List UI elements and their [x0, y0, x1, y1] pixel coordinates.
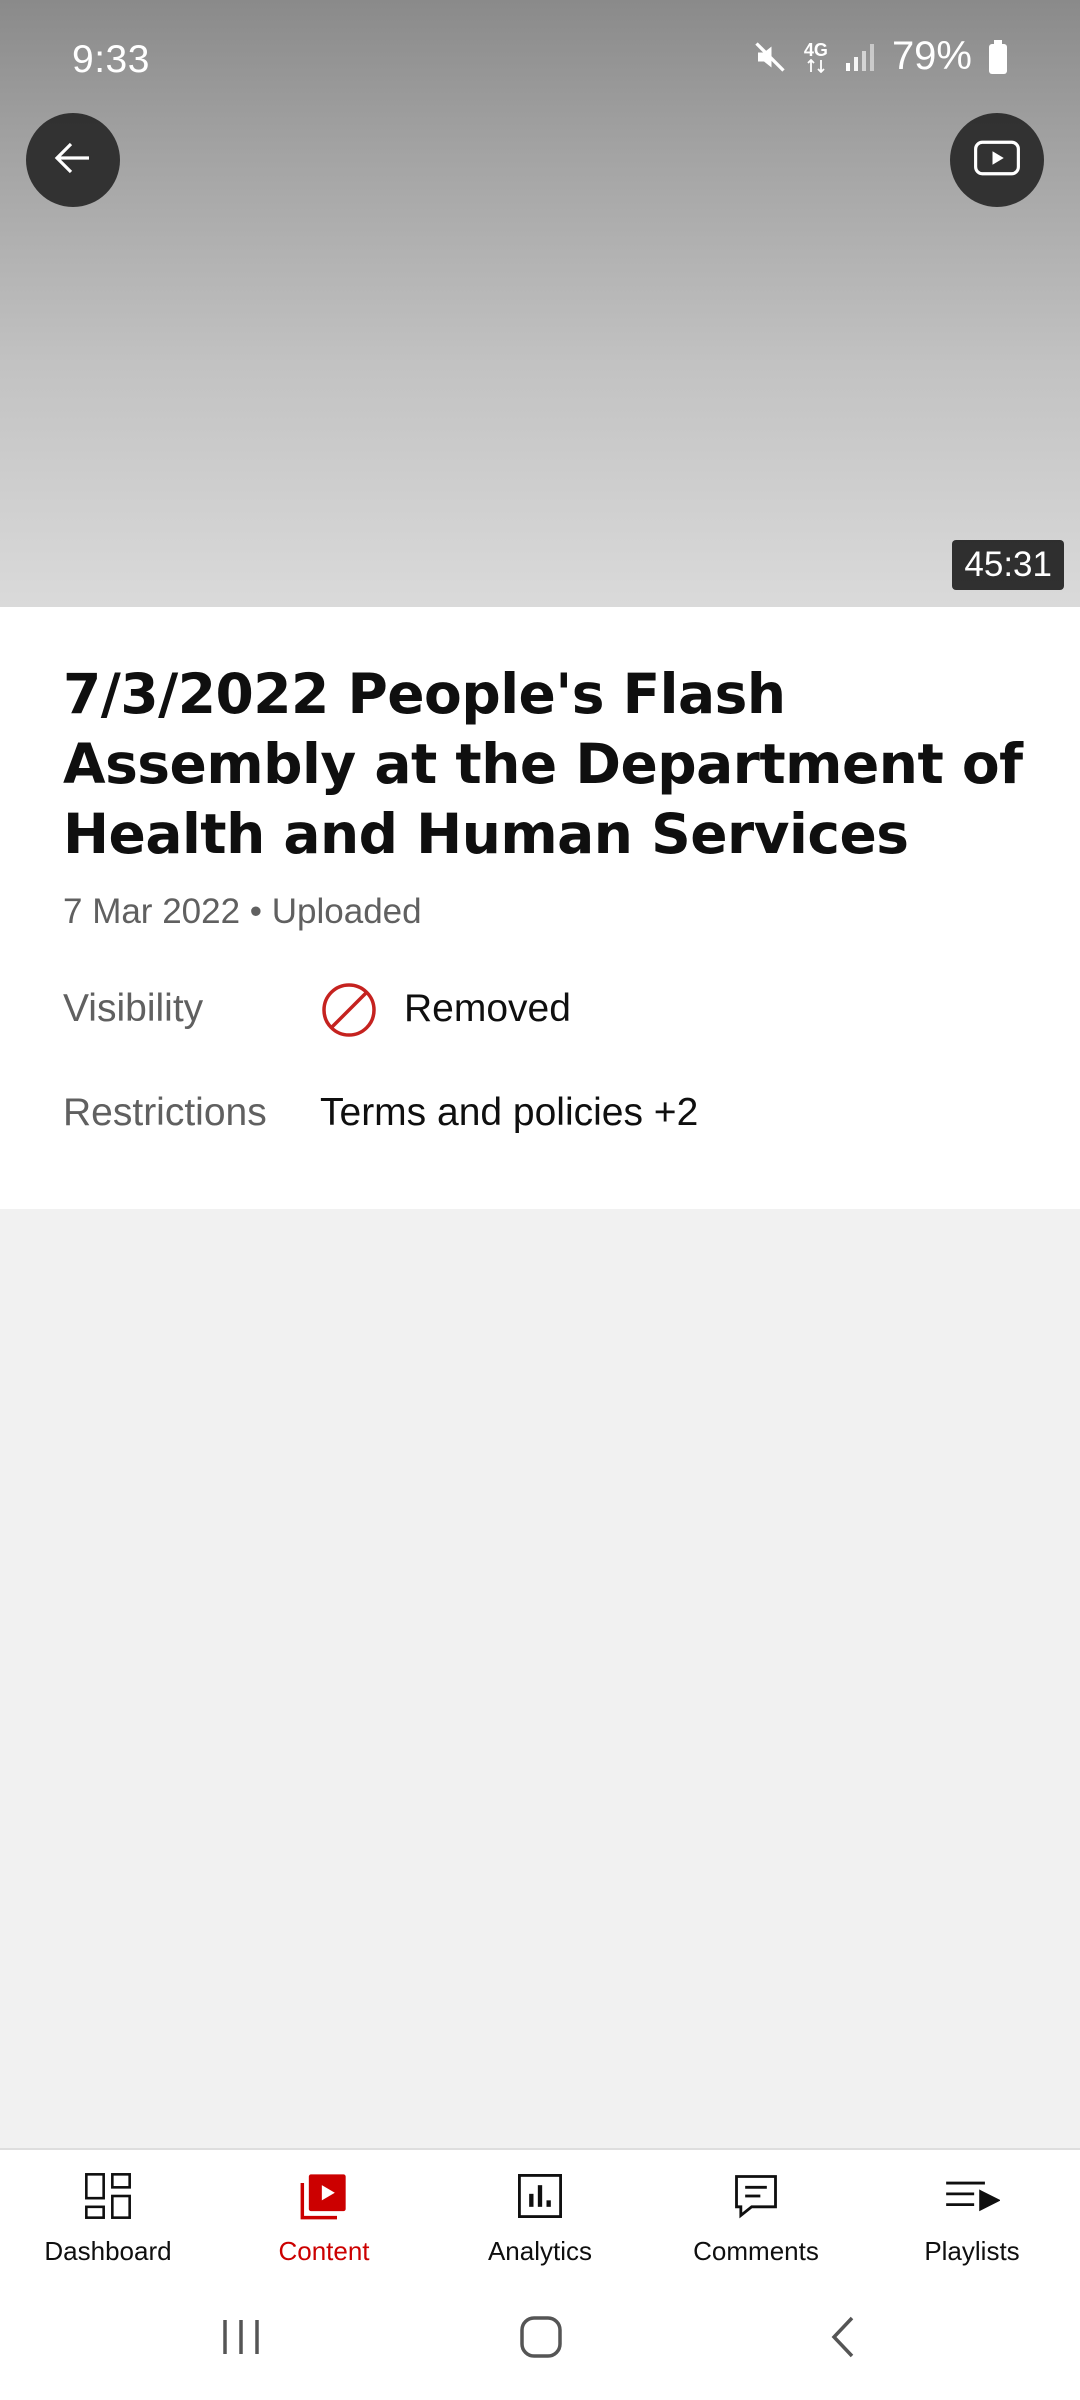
content-icon	[296, 2168, 352, 2224]
nav-label-playlists: Playlists	[924, 2236, 1020, 2266]
chevron-left-icon	[831, 2316, 854, 2358]
restrictions-value[interactable]: Terms and policies +2	[320, 1091, 698, 1135]
restrictions-label: Restrictions	[63, 1091, 267, 1134]
nav-label-comments: Comments	[693, 2236, 819, 2266]
home-icon	[520, 2316, 562, 2358]
video-thumbnail[interactable]: 9:33 4G 79% 45:31	[0, 0, 1080, 607]
network-type: 4G	[803, 39, 828, 60]
nav-label-content: Content	[278, 2236, 370, 2266]
nav-comments[interactable]: Comments	[648, 2150, 864, 2274]
video-title: 7/3/2022 People's Flash Assembly at the …	[63, 662, 1023, 866]
signal-icon	[844, 41, 876, 73]
home-button[interactable]	[518, 2314, 564, 2365]
battery-level: 79%	[891, 34, 972, 78]
status-time: 9:33	[72, 38, 150, 81]
comments-icon	[728, 2168, 784, 2224]
analytics-icon	[512, 2168, 568, 2224]
youtube-icon	[970, 131, 1024, 190]
upload-meta: 7 Mar 2022 • Uploaded	[63, 892, 422, 931]
nav-content[interactable]: Content	[216, 2150, 432, 2274]
nav-label-analytics: Analytics	[487, 2236, 593, 2266]
status-icons: 4G 79%	[752, 34, 1008, 79]
arrow-left-icon	[49, 134, 97, 187]
video-duration: 45:31	[952, 540, 1064, 590]
mute-icon	[752, 39, 788, 75]
battery-icon	[988, 39, 1008, 75]
system-navigation-bar	[0, 2274, 1080, 2400]
nav-playlists[interactable]: Playlists	[864, 2150, 1080, 2274]
back-button[interactable]	[26, 113, 120, 207]
removed-icon	[320, 981, 378, 1039]
status-bar: 9:33 4G 79%	[0, 0, 1080, 120]
video-details: 7/3/2022 People's Flash Assembly at the …	[0, 607, 1080, 1209]
system-back-button[interactable]	[822, 2314, 868, 2365]
nav-analytics[interactable]: Analytics	[432, 2150, 648, 2274]
playlists-icon	[944, 2168, 1000, 2224]
dashboard-icon	[80, 2168, 136, 2224]
nav-label-dashboard: Dashboard	[44, 2236, 172, 2266]
network-4g-icon: 4G	[804, 41, 828, 73]
recent-apps-icon	[223, 2320, 259, 2354]
nav-dashboard[interactable]: Dashboard	[0, 2150, 216, 2274]
bottom-navigation: Dashboard Content Analytics Comments Pla…	[0, 2148, 1080, 2274]
recent-apps-button[interactable]	[218, 2314, 264, 2365]
visibility-value[interactable]: Removed	[404, 987, 571, 1031]
visibility-label: Visibility	[63, 987, 204, 1030]
watch-on-youtube-button[interactable]	[950, 113, 1044, 207]
